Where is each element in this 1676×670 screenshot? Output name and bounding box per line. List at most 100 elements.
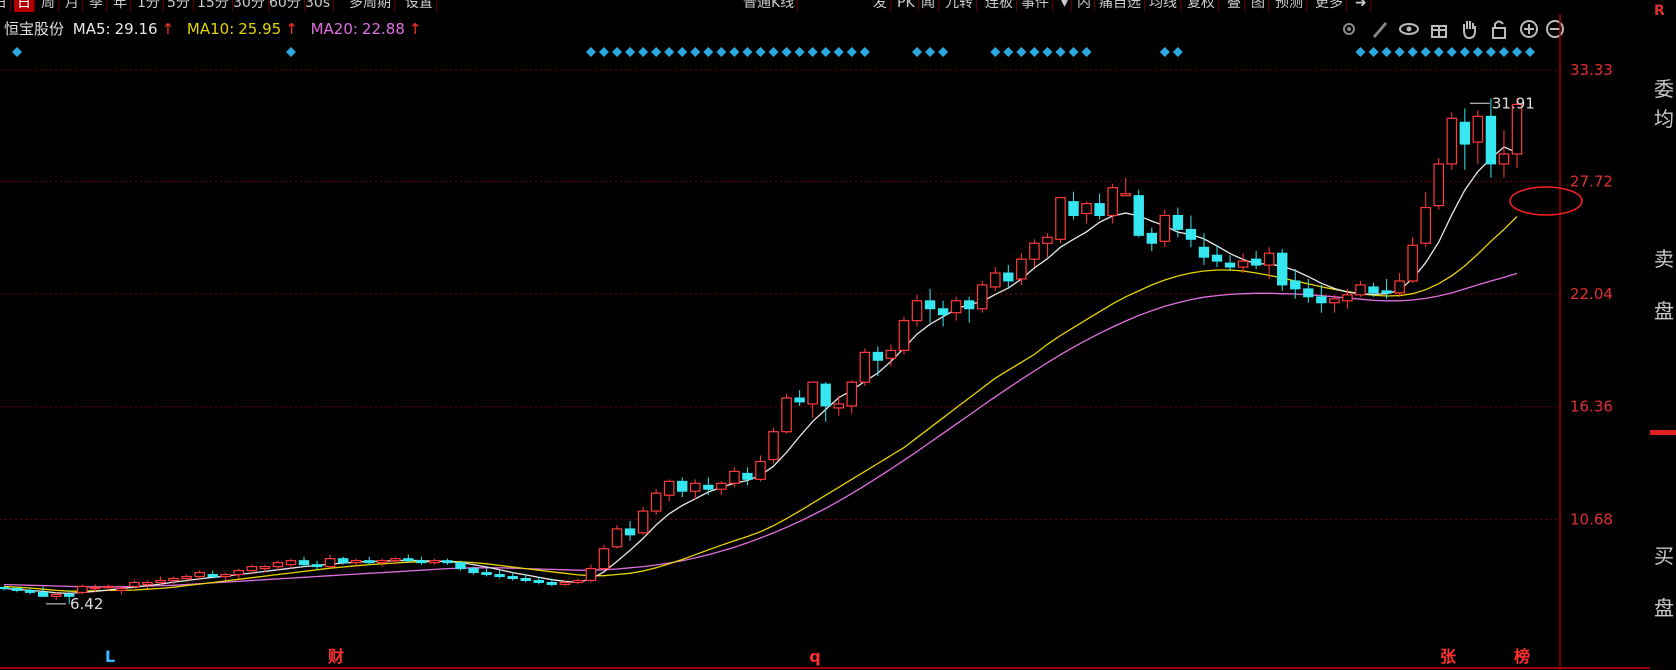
- candle: [637, 507, 649, 535]
- signal-diamond: [12, 47, 23, 57]
- candle: [1420, 191, 1431, 248]
- price-tick-label: 33.33: [1570, 61, 1613, 79]
- candle: [872, 346, 884, 377]
- candle: [481, 568, 492, 577]
- candle: [1133, 189, 1144, 238]
- signal-diamond: [1055, 47, 1066, 57]
- signal-diamond: [925, 47, 936, 57]
- candle: [742, 467, 753, 486]
- candle: [1459, 108, 1471, 170]
- candle-body: [1146, 232, 1157, 244]
- signal-diamond: [1394, 47, 1405, 57]
- candle-body: [103, 585, 114, 589]
- candle-body: [807, 381, 818, 405]
- candle: [585, 564, 597, 583]
- side-label-buy: 买: [1654, 544, 1674, 568]
- candle: [1237, 253, 1249, 274]
- candle-body: [311, 564, 323, 568]
- signal-diamond: [1512, 47, 1522, 57]
- candle: [1055, 197, 1066, 244]
- candle-body: [207, 574, 218, 578]
- candle-body: [50, 593, 62, 597]
- candle-body: [481, 572, 492, 576]
- candle: [1355, 280, 1366, 297]
- candle-body: [833, 403, 845, 409]
- candle: [1016, 253, 1027, 285]
- candle-body: [572, 579, 584, 584]
- candle: [1250, 251, 1262, 270]
- candle: [220, 572, 232, 581]
- candle: [442, 558, 453, 565]
- signal-diamond: [677, 47, 688, 57]
- candle-body: [755, 460, 766, 480]
- low-label: 6.42: [70, 595, 103, 613]
- price-axis: 10.68 16.36 22.04 27.72 33.33: [1570, 61, 1613, 528]
- signal-diamond: [846, 47, 857, 57]
- candle-body: [859, 351, 871, 383]
- candle: [429, 558, 440, 565]
- candle-body: [1420, 206, 1431, 244]
- candle: [494, 570, 505, 579]
- candle-body: [611, 528, 623, 548]
- candle-body: [1303, 288, 1314, 298]
- candle: [1081, 201, 1092, 224]
- price-tick-label: 27.72: [1570, 172, 1613, 190]
- candle-body: [1159, 214, 1171, 242]
- signal-diamond: [1446, 47, 1457, 57]
- candle-body: [650, 492, 662, 512]
- candle-body: [494, 574, 505, 578]
- candle-body: [1407, 244, 1418, 282]
- price-tick-label: 16.36: [1570, 398, 1613, 416]
- candle-body: [781, 397, 792, 433]
- candle: [833, 396, 845, 416]
- event-marker: 财: [327, 647, 344, 666]
- candle-body: [1433, 163, 1445, 207]
- candle-body: [285, 560, 297, 566]
- price-grid: [0, 69, 1560, 520]
- candle-body: [1211, 254, 1223, 262]
- candle: [1094, 193, 1105, 220]
- candle-body: [559, 581, 571, 586]
- candle-body: [598, 548, 610, 570]
- signal-diamonds: [12, 47, 1536, 57]
- candle-body: [403, 558, 414, 562]
- event-marker: q: [809, 647, 820, 666]
- side-label-pan1: 盘: [1654, 299, 1674, 323]
- signal-diamond: [598, 47, 609, 57]
- candle: [298, 556, 310, 567]
- event-marker: 张: [1440, 647, 1457, 666]
- candle: [611, 524, 623, 549]
- candle-body: [0, 586, 10, 590]
- candle: [1498, 130, 1510, 178]
- kline-chart[interactable]: 10.68 16.36 22.04 27.72 33.33 31.91 6.42 L 财 q 张…: [0, 0, 1650, 670]
- ma5-line: [3, 146, 1518, 595]
- candle-body: [1329, 298, 1340, 304]
- candle: [0, 586, 10, 591]
- signal-diamond: [729, 47, 740, 57]
- candle: [911, 294, 923, 327]
- candle: [963, 296, 975, 323]
- candle-body: [233, 569, 245, 576]
- candle-body: [546, 581, 558, 585]
- signal-diamond: [990, 47, 1001, 57]
- event-marker: 榜: [1514, 647, 1530, 666]
- candle: [807, 381, 818, 418]
- candle-body: [24, 589, 36, 593]
- candle: [677, 477, 688, 498]
- high-label: 31.91: [1492, 94, 1535, 112]
- signal-diamond: [1081, 47, 1092, 57]
- signal-diamond: [1498, 47, 1509, 57]
- signal-diamond: [742, 47, 753, 57]
- candle-body: [1185, 228, 1197, 240]
- candle-body: [846, 381, 858, 407]
- candle-body: [689, 482, 701, 492]
- candle-body: [1485, 115, 1497, 165]
- signal-diamond: [1029, 47, 1040, 57]
- candle: [364, 556, 375, 565]
- candle-body: [1459, 121, 1471, 145]
- signal-diamond: [1172, 47, 1183, 57]
- candle-body: [1446, 117, 1458, 165]
- candle: [624, 520, 636, 541]
- candle-body: [11, 587, 23, 591]
- signal-diamond: [1459, 47, 1470, 57]
